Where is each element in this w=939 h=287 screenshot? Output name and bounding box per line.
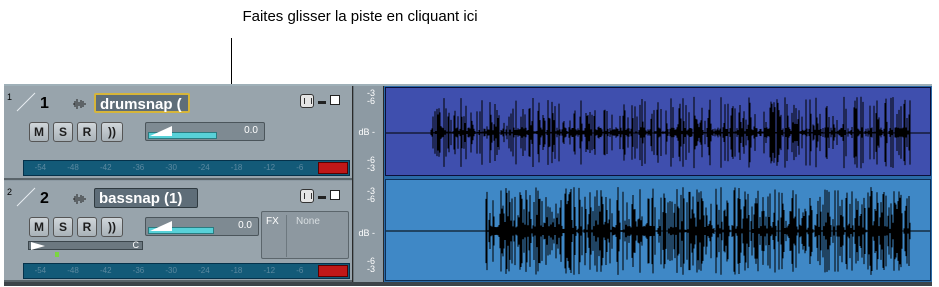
minimize-icon[interactable] [317, 189, 327, 203]
track-control-panel: 1 1 drumsnap ( M S R )) 0.0 -54-48 -42 -… [4, 86, 352, 282]
meter-tick: -54 [34, 163, 47, 172]
level-meter: -54 -48 -42 -36 -30 -24 -18 -12 -6 [23, 160, 350, 176]
db-scale: -3 -6 dB - -6 -3 -3 -6 dB - -6 -3 [353, 86, 383, 282]
meter-tick: -36 [132, 163, 145, 172]
waveform-icon [73, 194, 86, 204]
pan-slider[interactable]: C [28, 240, 143, 250]
annotation-label: Faites glisser la piste en cliquant ici [242, 8, 478, 25]
media-item-drumsnap[interactable] [385, 87, 931, 176]
volume-ramp-icon [150, 126, 172, 136]
db-label: dB - [358, 127, 375, 137]
waveform-icon [73, 99, 86, 109]
db-tick: -6 -3 [366, 256, 375, 274]
meter-tick: -54 [34, 266, 47, 275]
scroll-track[interactable] [4, 282, 932, 286]
meter-tick: -12 [263, 266, 276, 275]
envelope-icon[interactable] [300, 94, 314, 108]
db-label: dB - [358, 228, 375, 238]
clip-indicator[interactable] [318, 265, 348, 277]
meter-tick: -12 [263, 163, 276, 172]
pan-indicator [55, 252, 59, 257]
db-tick: -3 -6 [366, 186, 375, 204]
waveform-drums [386, 96, 930, 169]
track-number: 2 [40, 190, 49, 207]
meter-tick: -30 [165, 266, 177, 275]
volume-slider[interactable]: 0.0 [145, 217, 259, 236]
meter-tick: -6 [296, 163, 304, 172]
db-tick: -3 -6 [366, 88, 375, 106]
record-arm-button[interactable]: R [77, 217, 97, 237]
media-item-bassnap[interactable] [385, 179, 931, 281]
track-name-field[interactable]: drumsnap ( [94, 93, 190, 113]
fx-divider [286, 215, 287, 257]
mute-button[interactable]: M [29, 122, 49, 142]
track-index: 2 [7, 187, 13, 197]
track-number: 1 [40, 95, 49, 112]
waveform-bass [386, 187, 930, 275]
meter-tick: -6 [296, 266, 304, 275]
fx-label: FX [266, 216, 279, 227]
solo-button[interactable]: S [53, 217, 73, 237]
arrange-view[interactable] [384, 86, 932, 282]
track-index: 1 [7, 92, 13, 102]
daw-window: 1 1 drumsnap ( M S R )) 0.0 -54-48 -42 -… [4, 84, 932, 286]
level-meter: -54 -48 -42 -36 -30 -24 -18 -12 -6 [23, 263, 350, 279]
meter-tick: -24 [198, 163, 210, 172]
track-header-1[interactable]: 1 1 drumsnap ( M S R )) 0.0 -54-48 -42 -… [4, 86, 352, 180]
volume-slider[interactable]: 0.0 [145, 122, 265, 141]
meter-tick: -18 [230, 266, 243, 275]
envelope-icon[interactable] [300, 189, 314, 203]
db-tick: -6 -3 [366, 155, 375, 173]
volume-value: 0.0 [238, 220, 252, 231]
volume-ramp-icon [150, 221, 172, 231]
solo-button[interactable]: S [53, 122, 73, 142]
meter-tick: -30 [165, 163, 177, 172]
fx-value: None [296, 216, 320, 227]
maximize-icon[interactable] [330, 190, 340, 200]
record-arm-button[interactable]: R [77, 122, 97, 142]
track-header-2[interactable]: 2 2 bassnap (1) M S R )) 0.0 FX None C -… [4, 181, 352, 282]
mute-button[interactable]: M [29, 217, 49, 237]
track-drag-handle-icon[interactable] [13, 92, 39, 112]
monitor-button[interactable]: )) [101, 122, 123, 142]
monitor-button[interactable]: )) [101, 217, 123, 237]
clip-indicator[interactable] [318, 162, 348, 174]
meter-tick: -24 [198, 266, 210, 275]
track-name-field[interactable]: bassnap (1) [94, 188, 198, 208]
meter-tick: -42 [99, 163, 112, 172]
meter-ticks: -54 -48 -42 -36 -30 -24 -18 -12 -6 [24, 266, 314, 275]
pan-value: C [132, 240, 140, 250]
track-drag-handle-icon[interactable] [13, 187, 39, 207]
meter-tick: -48 [67, 266, 79, 275]
meter-tick: -36 [132, 266, 145, 275]
volume-value: 0.0 [244, 125, 258, 136]
minimize-icon[interactable] [317, 94, 327, 108]
fx-chain-button[interactable]: FX None [261, 211, 349, 259]
meter-tick: -42 [99, 266, 112, 275]
meter-tick: -48 [67, 163, 79, 172]
pan-arrow-icon [31, 242, 45, 250]
meter-tick: -18 [230, 163, 243, 172]
maximize-icon[interactable] [330, 95, 340, 105]
meter-ticks: -54 -48 -42 -36 -30 -24 -18 -12 -6 [24, 163, 314, 172]
